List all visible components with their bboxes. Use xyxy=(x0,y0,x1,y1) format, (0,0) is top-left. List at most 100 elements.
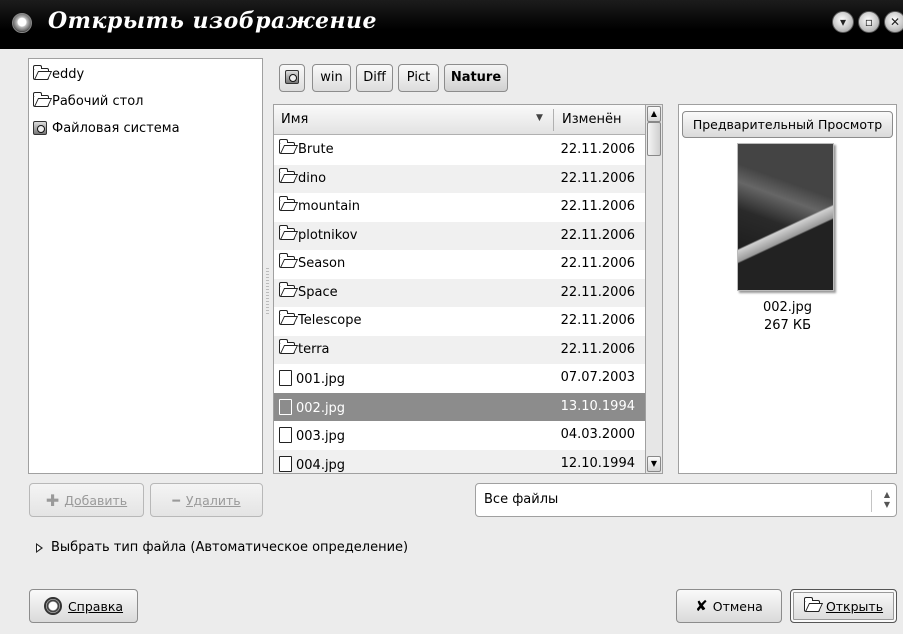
window-title: Открыть изображение xyxy=(48,8,378,34)
file-name-cell: 002.jpg xyxy=(279,398,346,416)
file-name-cell: plotnikov xyxy=(278,224,358,243)
minus-icon: ━ xyxy=(172,492,180,508)
file-date-cell: 22.11.2006 xyxy=(560,142,635,157)
open-button[interactable]: Открыть xyxy=(790,589,897,623)
pane-splitter[interactable] xyxy=(266,268,269,314)
drive-icon xyxy=(285,70,299,84)
file-date-cell: 22.11.2006 xyxy=(560,227,635,243)
path-button-pict[interactable]: Pict xyxy=(398,64,439,92)
expander-arrow-icon xyxy=(36,542,43,553)
filetype-expander-label: Выбрать тип файла (Автоматическое опреде… xyxy=(51,540,409,555)
file-name-text: 002.jpg xyxy=(296,400,346,416)
folder-icon xyxy=(278,196,295,211)
file-name-text: 004.jpg xyxy=(296,457,346,473)
file-date-cell: 22.11.2006 xyxy=(560,256,635,271)
table-row[interactable]: 002.jpg 13.10.1994 xyxy=(274,392,645,421)
help-button-label: Справка xyxy=(67,598,124,614)
table-row[interactable]: Telescope 22.11.2006 xyxy=(274,307,645,336)
place-item-filesystem[interactable]: Файловая система xyxy=(29,117,262,139)
add-button-label: Добавить xyxy=(64,492,128,508)
file-date-cell: 12.10.1994 xyxy=(560,455,635,471)
window-menu-icon[interactable] xyxy=(12,13,32,33)
preview-file-name: 002.jpg xyxy=(762,300,813,315)
cancel-button-label: Отмена xyxy=(712,598,763,614)
folder-icon xyxy=(278,281,295,297)
cancel-button[interactable]: ✘ Отмена xyxy=(676,589,782,623)
file-filter-select[interactable]: Все файлы ▲ ▼ xyxy=(475,483,897,517)
preview-button[interactable]: Предварительный Просмотр xyxy=(682,111,893,138)
file-name-cell: mountain xyxy=(278,196,360,214)
table-row[interactable]: 001.jpg 07.07.2003 xyxy=(274,364,645,393)
scroll-up-icon[interactable]: ▲ xyxy=(647,106,661,122)
remove-button-label: Удалить xyxy=(185,492,241,508)
places-sidebar: eddy Рабочий стол Файловая система xyxy=(28,58,263,474)
file-list-scrollbar[interactable]: ▲ ▼ xyxy=(646,104,663,474)
path-button-diff[interactable]: Diff xyxy=(356,64,393,92)
table-row[interactable]: 003.jpg 04.03.2000 xyxy=(274,421,645,450)
file-icon xyxy=(279,370,292,386)
path-button-win[interactable]: win xyxy=(312,64,351,92)
minimize-icon[interactable]: ▾ xyxy=(832,11,854,33)
file-name-text: 001.jpg xyxy=(296,372,346,387)
file-name-text: Brute xyxy=(298,142,334,157)
table-row[interactable]: Space 22.11.2006 xyxy=(274,278,645,307)
path-button-nature[interactable]: Nature xyxy=(444,64,508,92)
place-item-desktop[interactable]: Рабочий стол xyxy=(29,90,262,112)
preview-thumbnail xyxy=(737,143,834,291)
preview-pane: Предварительный Просмотр 002.jpg 267 КБ xyxy=(678,104,897,474)
folder-icon xyxy=(278,139,295,154)
file-icon xyxy=(279,455,292,472)
column-header-name[interactable]: Имя xyxy=(281,112,308,127)
help-icon xyxy=(43,597,62,615)
table-row[interactable]: terra 22.11.2006 xyxy=(274,335,645,364)
combo-separator xyxy=(871,490,872,512)
column-header-modified[interactable]: Изменён xyxy=(562,112,621,127)
file-filter-value: Все файлы xyxy=(484,492,559,507)
file-date-cell: 22.11.2006 xyxy=(560,341,635,357)
file-name-cell: Brute xyxy=(278,139,334,157)
path-up-button[interactable] xyxy=(279,64,305,92)
help-button[interactable]: Справка xyxy=(29,589,138,623)
drive-icon xyxy=(33,121,47,135)
table-row[interactable]: mountain 22.11.2006 xyxy=(274,193,645,222)
cancel-icon: ✘ xyxy=(695,597,708,615)
folder-icon xyxy=(278,167,295,183)
file-icon xyxy=(279,398,292,415)
file-date-cell: 07.07.2003 xyxy=(560,370,635,385)
add-button[interactable]: ✚ Добавить xyxy=(29,483,144,517)
file-name-text: Season xyxy=(298,256,346,271)
table-row[interactable]: Brute 22.11.2006 xyxy=(274,136,645,165)
file-name-cell: 004.jpg xyxy=(279,455,346,473)
filetype-expander[interactable]: Выбрать тип файла (Автоматическое опреде… xyxy=(36,540,408,555)
place-item-label: Рабочий стол xyxy=(52,93,144,109)
table-row[interactable]: Season 22.11.2006 xyxy=(274,250,645,279)
file-date-cell: 22.11.2006 xyxy=(560,170,635,186)
place-item-eddy[interactable]: eddy xyxy=(29,63,262,85)
close-icon[interactable]: ✕ xyxy=(884,11,903,33)
folder-open-icon xyxy=(803,597,820,612)
updown-chevron-icon: ▲ ▼ xyxy=(883,490,890,509)
title-bar[interactable]: Открыть изображение ▾ ▫ ✕ xyxy=(0,0,903,49)
file-name-text: terra xyxy=(298,341,330,357)
scroll-down-icon[interactable]: ▼ xyxy=(647,456,661,472)
table-row[interactable]: plotnikov 22.11.2006 xyxy=(274,221,645,250)
file-name-text: Space xyxy=(298,284,338,300)
file-name-cell: dino xyxy=(278,167,327,186)
file-name-text: plotnikov xyxy=(298,227,358,243)
table-row[interactable]: dino 22.11.2006 xyxy=(274,164,645,193)
sort-down-icon: ▼ xyxy=(536,113,543,123)
maximize-icon[interactable]: ▫ xyxy=(858,11,880,33)
file-date-cell: 13.10.1994 xyxy=(560,398,635,414)
file-name-cell: terra xyxy=(278,338,330,357)
table-row[interactable]: 004.jpg 12.10.1994 xyxy=(274,449,645,473)
column-separator[interactable] xyxy=(553,109,554,131)
open-button-label: Открыть xyxy=(825,598,884,614)
scrollbar-thumb[interactable] xyxy=(647,122,661,156)
file-name-text: dino xyxy=(298,170,327,186)
plus-icon: ✚ xyxy=(45,490,60,510)
file-name-cell: 003.jpg xyxy=(279,427,345,444)
list-header: Имя ▼ Изменён xyxy=(274,105,645,135)
file-name-cell: Telescope xyxy=(278,310,361,328)
remove-button[interactable]: ━ Удалить xyxy=(150,483,263,517)
file-icon xyxy=(279,427,292,443)
